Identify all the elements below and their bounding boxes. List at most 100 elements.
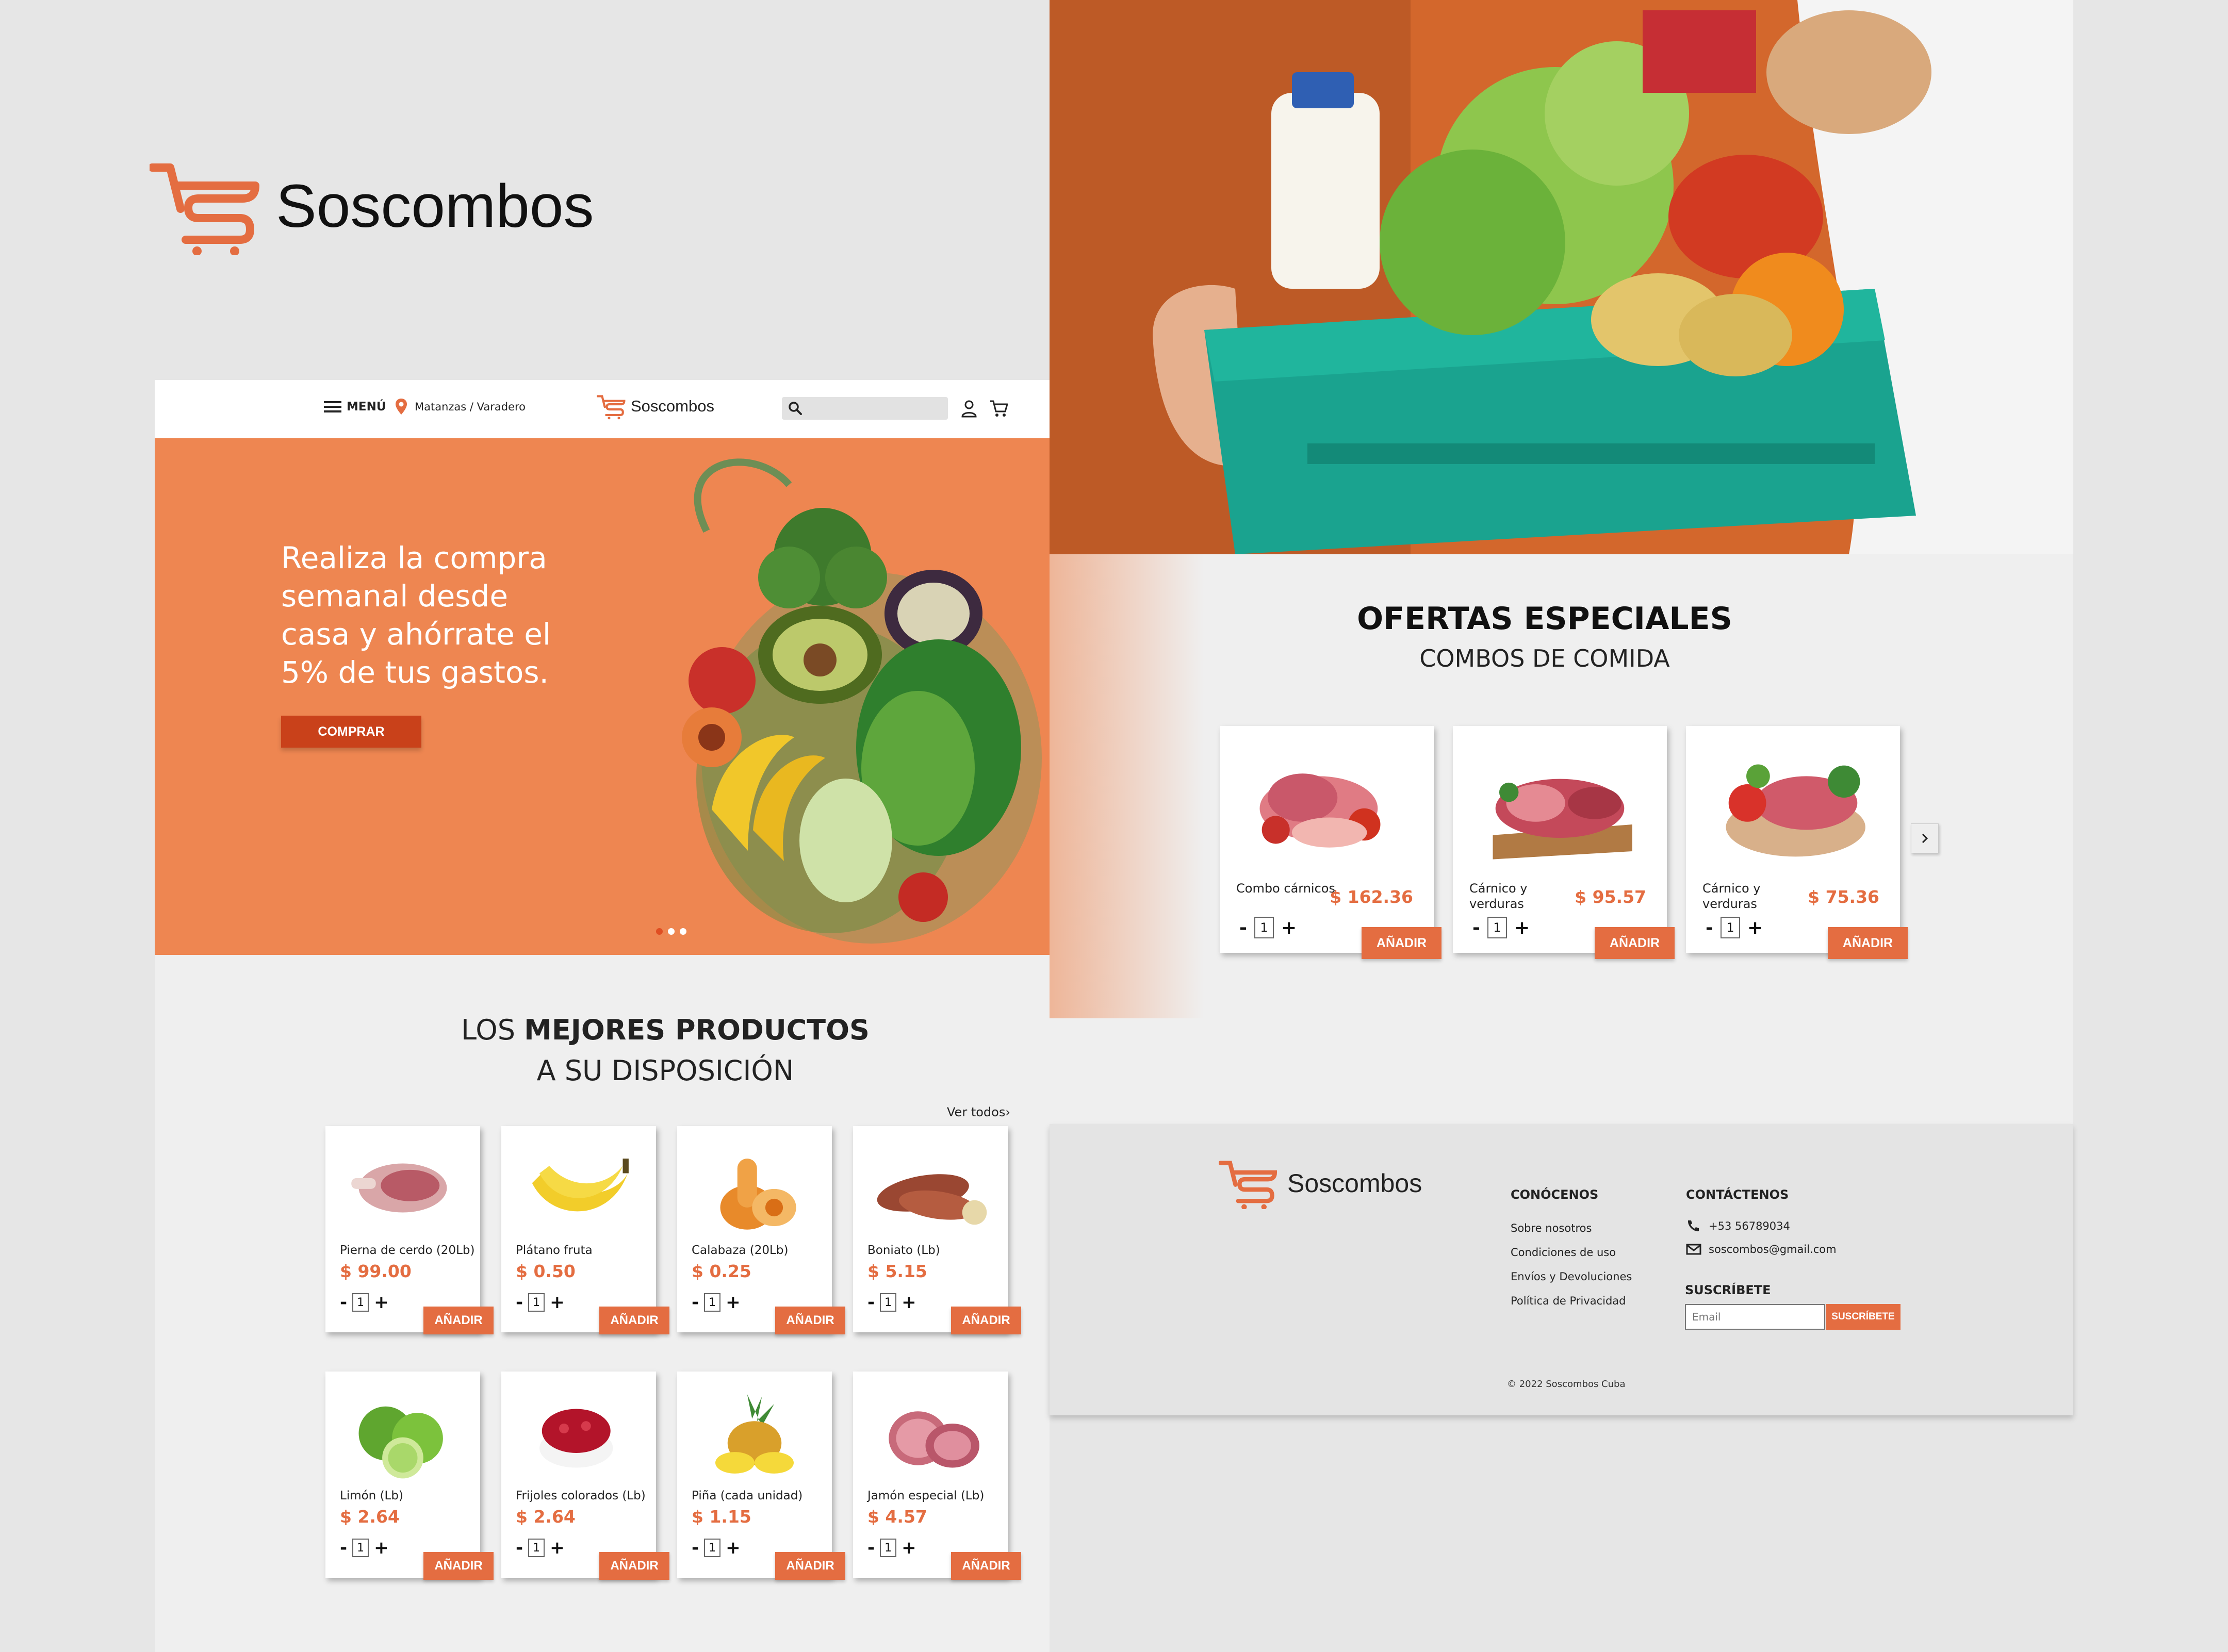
offer-price: $ 162.36 xyxy=(1330,887,1413,907)
increment-button[interactable]: + xyxy=(726,1538,741,1558)
location-pin-icon xyxy=(396,399,407,415)
quantity-input[interactable]: 1 xyxy=(880,1293,897,1312)
product-card[interactable]: Frijoles colorados (Lb) $ 2.64 -1 + AÑADIR xyxy=(501,1372,669,1580)
quantity-stepper: -1 + xyxy=(516,1538,565,1558)
red-beans-image xyxy=(539,1409,613,1468)
menu-button[interactable]: MENÚ xyxy=(324,400,386,414)
decrement-button[interactable]: - xyxy=(1472,917,1480,938)
product-name: Plátano fruta xyxy=(516,1244,593,1257)
product-name: Frijoles colorados (Lb) xyxy=(516,1489,646,1502)
see-all-link[interactable]: Ver todos› xyxy=(947,1105,1010,1119)
brand-logo: Soscombos xyxy=(150,155,594,258)
decrement-button[interactable]: - xyxy=(340,1538,347,1558)
location-selector[interactable]: Matanzas / Varadero xyxy=(395,398,526,416)
quantity-input[interactable]: 1 xyxy=(1720,917,1740,938)
user-icon[interactable] xyxy=(960,399,978,418)
about-heading: CONÓCENOS xyxy=(1511,1187,1599,1202)
increment-button[interactable]: + xyxy=(1281,917,1297,938)
add-to-cart-button[interactable]: AÑADIR xyxy=(423,1307,494,1334)
increment-button[interactable]: + xyxy=(550,1538,565,1558)
add-to-cart-button[interactable]: AÑADIR xyxy=(775,1307,845,1334)
vegetables-bag-image xyxy=(682,458,1042,944)
offer-card[interactable]: Cárnico y verduras $ 95.57 -1 + AÑADIR xyxy=(1453,726,1675,959)
quantity-input[interactable]: 1 xyxy=(352,1539,369,1557)
email-field[interactable] xyxy=(1685,1304,1825,1330)
increment-button[interactable]: + xyxy=(1514,917,1530,938)
increment-button[interactable]: + xyxy=(1747,917,1763,938)
quantity-input[interactable]: 1 xyxy=(352,1293,369,1312)
quantity-input[interactable]: 1 xyxy=(704,1293,721,1312)
decrement-button[interactable]: - xyxy=(340,1292,347,1313)
hero-text: Realiza la compra semanal desde casa y a… xyxy=(281,540,551,690)
decrement-button[interactable]: - xyxy=(692,1292,699,1313)
add-to-cart-button[interactable]: AÑADIR xyxy=(775,1552,845,1580)
decrement-button[interactable]: - xyxy=(1706,917,1713,938)
add-to-cart-button[interactable]: AÑADIR xyxy=(1828,927,1908,959)
quantity-input[interactable]: 1 xyxy=(704,1539,721,1557)
squash-image xyxy=(720,1159,796,1230)
increment-button[interactable]: + xyxy=(374,1292,389,1313)
add-to-cart-button[interactable]: AÑADIR xyxy=(951,1307,1021,1334)
increment-button[interactable]: + xyxy=(726,1292,741,1313)
subscribe-button[interactable]: SUSCRÍBETE xyxy=(1826,1304,1901,1330)
carousel-dot[interactable] xyxy=(668,928,675,935)
cart-icon[interactable] xyxy=(989,399,1009,418)
product-name: Boniato (Lb) xyxy=(867,1244,940,1257)
increment-button[interactable]: + xyxy=(902,1292,916,1313)
product-name: Jamón especial (Lb) xyxy=(867,1489,985,1502)
footer-logo-text: Soscombos xyxy=(1287,1169,1422,1198)
product-card[interactable]: Plátano fruta $ 0.50 -1 + AÑADIR xyxy=(501,1126,669,1334)
buy-button[interactable]: COMPRAR xyxy=(281,716,421,748)
decrement-button[interactable]: - xyxy=(867,1538,875,1558)
offer-card[interactable]: Cárnico y verduras $ 75.36 -1 + AÑADIR xyxy=(1686,726,1908,959)
product-card[interactable]: Calabaza (20Lb) $ 0.25 -1 + AÑADIR xyxy=(677,1126,845,1334)
increment-button[interactable]: + xyxy=(550,1292,565,1313)
nav-logo[interactable]: Soscombos xyxy=(597,393,714,420)
quantity-input[interactable]: 1 xyxy=(1254,917,1274,938)
quantity-stepper: -1 + xyxy=(867,1292,916,1313)
chevron-right-icon xyxy=(1922,833,1928,844)
about-link[interactable]: Política de Privacidad xyxy=(1511,1295,1626,1307)
add-to-cart-button[interactable]: AÑADIR xyxy=(951,1552,1021,1580)
add-to-cart-button[interactable]: AÑADIR xyxy=(599,1552,669,1580)
carousel-next-button[interactable] xyxy=(1911,823,1939,853)
phone-icon xyxy=(1688,1220,1699,1232)
quantity-input[interactable]: 1 xyxy=(880,1539,897,1557)
decrement-button[interactable]: - xyxy=(1239,917,1247,938)
about-link[interactable]: Envíos y Devoluciones xyxy=(1511,1270,1632,1283)
product-card[interactable]: Piña (cada unidad) $ 1.15 -1 + AÑADIR xyxy=(677,1372,845,1580)
quantity-input[interactable]: 1 xyxy=(528,1539,545,1557)
product-card[interactable]: Boniato (Lb) $ 5.15 -1 + AÑADIR xyxy=(853,1126,1021,1334)
footer-logo[interactable]: Soscombos xyxy=(1219,1158,1422,1209)
footer xyxy=(1050,1124,2073,1415)
offer-card[interactable]: Combo cárnicos $ 162.36 -1 + AÑADIR xyxy=(1220,726,1441,959)
product-card[interactable]: Jamón especial (Lb) $ 4.57 -1 + AÑADIR xyxy=(853,1372,1021,1580)
search-input[interactable] xyxy=(782,397,948,420)
decrement-button[interactable]: - xyxy=(516,1292,523,1313)
product-card[interactable]: Pierna de cerdo (20Lb) $ 99.00 -1 + AÑADIR xyxy=(325,1126,494,1334)
menu-label: MENÚ xyxy=(347,400,386,414)
increment-button[interactable]: + xyxy=(374,1538,389,1558)
best-title-bold: MEJORES PRODUCTOS xyxy=(524,1014,870,1046)
product-card[interactable]: Limón (Lb) $ 2.64 -1 + AÑADIR xyxy=(325,1372,494,1580)
carousel-dot-active[interactable] xyxy=(656,928,663,935)
decrement-button[interactable]: - xyxy=(692,1538,699,1558)
quantity-input[interactable]: 1 xyxy=(1487,917,1507,938)
decrement-button[interactable]: - xyxy=(516,1538,523,1558)
increment-button[interactable]: + xyxy=(902,1538,916,1558)
add-to-cart-button[interactable]: AÑADIR xyxy=(423,1552,494,1580)
email-row[interactable]: soscombos@gmail.com xyxy=(1686,1243,1837,1255)
quantity-stepper: -1 + xyxy=(692,1292,741,1313)
phone-row[interactable]: +53 56789034 xyxy=(1686,1219,1790,1233)
carousel-dot[interactable] xyxy=(680,928,686,935)
banana-image xyxy=(532,1159,629,1212)
add-to-cart-button[interactable]: AÑADIR xyxy=(1595,927,1675,959)
about-link[interactable]: Condiciones de uso xyxy=(1511,1246,1616,1259)
quantity-input[interactable]: 1 xyxy=(528,1293,545,1312)
add-to-cart-button[interactable]: AÑADIR xyxy=(599,1307,669,1334)
add-to-cart-button[interactable]: AÑADIR xyxy=(1362,927,1441,959)
sweet-potato-image xyxy=(877,1174,987,1225)
about-link[interactable]: Sobre nosotros xyxy=(1511,1222,1592,1234)
best-products-title: LOS MEJORES PRODUCTOS xyxy=(155,1014,1176,1046)
decrement-button[interactable]: - xyxy=(867,1292,875,1313)
